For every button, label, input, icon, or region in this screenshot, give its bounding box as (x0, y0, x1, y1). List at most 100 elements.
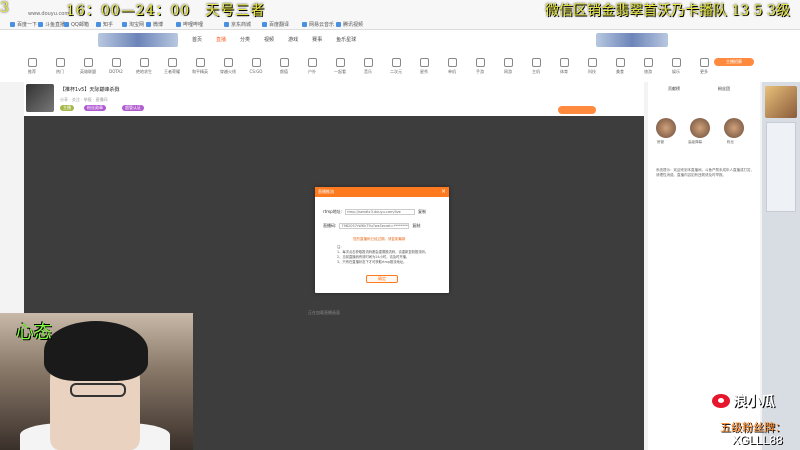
bookmark-icon (38, 21, 43, 27)
overlay-number: 3 (0, 0, 9, 16)
category-item[interactable]: 绝地求生 (132, 58, 156, 75)
bookmark-item[interactable]: 斗鱼直播 (38, 20, 65, 28)
category-icon (251, 58, 261, 67)
stream-settings-modal: 直播推流 × rtmp地址: rtmp://sendtc3.douyu.com/… (315, 187, 449, 293)
bookmark-icon (146, 21, 151, 27)
tab-live[interactable]: 直播 (216, 36, 226, 43)
category-item[interactable]: 一起看 (328, 58, 352, 75)
category-item[interactable]: 娱乐 (664, 58, 688, 75)
category-icon (223, 58, 233, 67)
side-promo-image[interactable] (765, 86, 797, 118)
category-item[interactable]: 音乐 (356, 58, 380, 75)
gift-label: 粉丝 (727, 140, 734, 144)
confirm-button[interactable]: 确定 (366, 275, 398, 283)
category-item[interactable]: 网游 (496, 58, 520, 75)
tab-match[interactable]: 赛事 (312, 36, 322, 43)
category-item[interactable]: 二次元 (384, 58, 408, 75)
code-label: 直播码: (323, 223, 337, 228)
category-icon (447, 58, 457, 67)
category-item[interactable]: 推荐 (20, 58, 44, 75)
tab-home[interactable]: 首页 (192, 36, 202, 43)
contribution-tab[interactable]: 贡献榜 (668, 86, 680, 93)
copy-rtmp-button[interactable]: 复制 (418, 209, 426, 215)
modal-notes: 注： 1、每次点击获取推流码都会重置推流码，请重新复制推流码。 2、当前直播码有… (337, 245, 441, 265)
category-icon (587, 58, 597, 67)
bookmark-item[interactable]: 微博 (146, 20, 163, 28)
bookmark-item[interactable]: 腾讯视频 (336, 20, 363, 28)
share-button[interactable] (558, 106, 596, 114)
bookmark-item[interactable]: 网易云音乐 (302, 20, 334, 28)
category-icon (27, 58, 37, 67)
url-text[interactable]: www.douyu.com (28, 11, 69, 17)
streamer-avatar[interactable] (26, 84, 54, 112)
category-item[interactable]: 手游 (468, 58, 492, 75)
category-icon (363, 58, 373, 67)
tag-badge: 主播 (60, 105, 74, 111)
bookmark-icon (224, 21, 229, 27)
category-icon (195, 58, 205, 67)
bookmark-item[interactable]: 百度翻译 (262, 20, 289, 28)
user-banner[interactable] (596, 33, 668, 47)
note-line: 3、只有在直播状态下才可获取rtmp推流地址。 (337, 260, 407, 264)
room-meta: 分享 · 关注 · 举报 · 直播间 (60, 97, 108, 102)
bookmark-icon (176, 21, 181, 27)
side-card[interactable] (766, 122, 796, 212)
tab-category[interactable]: 分类 (240, 36, 250, 43)
category-item[interactable]: 颜值 (272, 58, 296, 75)
category-item[interactable]: 美食 (608, 58, 632, 75)
bookmark-item[interactable]: QQ邮箱 (64, 20, 89, 28)
category-item[interactable]: 更多 (692, 58, 716, 75)
category-item[interactable]: CS:GO (244, 58, 268, 74)
tab-video[interactable]: 视频 (264, 36, 274, 43)
bookmark-item[interactable]: 哔哩哔哩 (176, 20, 203, 28)
category-item[interactable]: 和平精英 (188, 58, 212, 75)
modal-title: 直播推流 (318, 189, 334, 194)
site-logo[interactable] (98, 33, 178, 47)
gift-avatar[interactable] (690, 118, 710, 138)
category-item[interactable]: 穿越火线 (216, 58, 240, 75)
fan-club-tab[interactable]: 粉丝团 (718, 86, 730, 93)
code-row: 直播码: 7982057rWKhT9u?wsSecret=********* 复… (323, 223, 420, 229)
bookmark-icon (302, 21, 307, 27)
category-item[interactable]: 热门 (48, 58, 72, 75)
bookmark-item[interactable]: 知乎 (96, 20, 113, 28)
bookmark-icon (96, 21, 101, 27)
category-item[interactable]: 单机 (440, 58, 464, 75)
overlay-promo: 微信区销金翡翠首沃乃卡播队 13 5 3级 (545, 3, 790, 19)
close-icon[interactable]: × (441, 187, 446, 197)
category-item[interactable]: 旅游 (636, 58, 660, 75)
category-item[interactable]: 英雄联盟 (76, 58, 100, 75)
weibo-badge: 浪小瓜 (712, 391, 775, 411)
category-item[interactable]: 主机 (524, 58, 548, 75)
webcam-hair (44, 321, 148, 381)
bookmark-icon (10, 21, 15, 27)
category-item[interactable]: DOTA2 (104, 58, 128, 74)
category-icon (335, 58, 345, 67)
bookmark-icon (336, 21, 341, 27)
category-icon (559, 58, 569, 67)
overlay-schedule: 16：00—24：00 天号三者 (66, 3, 266, 19)
bookmark-item[interactable]: 百度一下 (10, 20, 37, 28)
category-item[interactable]: 户外 (300, 58, 324, 75)
tab-planet[interactable]: 鱼乐星球 (336, 36, 356, 43)
category-item[interactable]: 星秀 (412, 58, 436, 75)
category-item[interactable]: 王者荣耀 (160, 58, 184, 75)
tab-game[interactable]: 游戏 (288, 36, 298, 43)
category-icon (475, 58, 485, 67)
tag-badge: 粉丝勋章 (84, 105, 106, 111)
copy-code-button[interactable]: 复制 (412, 223, 420, 229)
bookmark-icon (122, 21, 127, 27)
category-item[interactable]: 科技 (580, 58, 604, 75)
rtmp-field[interactable]: rtmp://sendtc3.douyu.com/live (345, 209, 415, 215)
gift-avatar[interactable] (656, 118, 676, 138)
category-icon (55, 58, 65, 67)
modal-header: 直播推流 × (315, 187, 449, 197)
bookmark-item[interactable]: 京东商城 (224, 20, 251, 28)
bookmark-item[interactable]: 淘宝网 (122, 20, 144, 28)
rtmp-row: rtmp地址: rtmp://sendtc3.douyu.com/live 复制 (323, 209, 426, 215)
category-item[interactable]: 体育 (552, 58, 576, 75)
code-field[interactable]: 7982057rWKhT9u?wsSecret=********* (339, 223, 410, 229)
category-icon (503, 58, 513, 67)
gift-avatar[interactable] (724, 118, 744, 138)
streamer-recruit-button[interactable]: 主播招募 (714, 58, 754, 66)
